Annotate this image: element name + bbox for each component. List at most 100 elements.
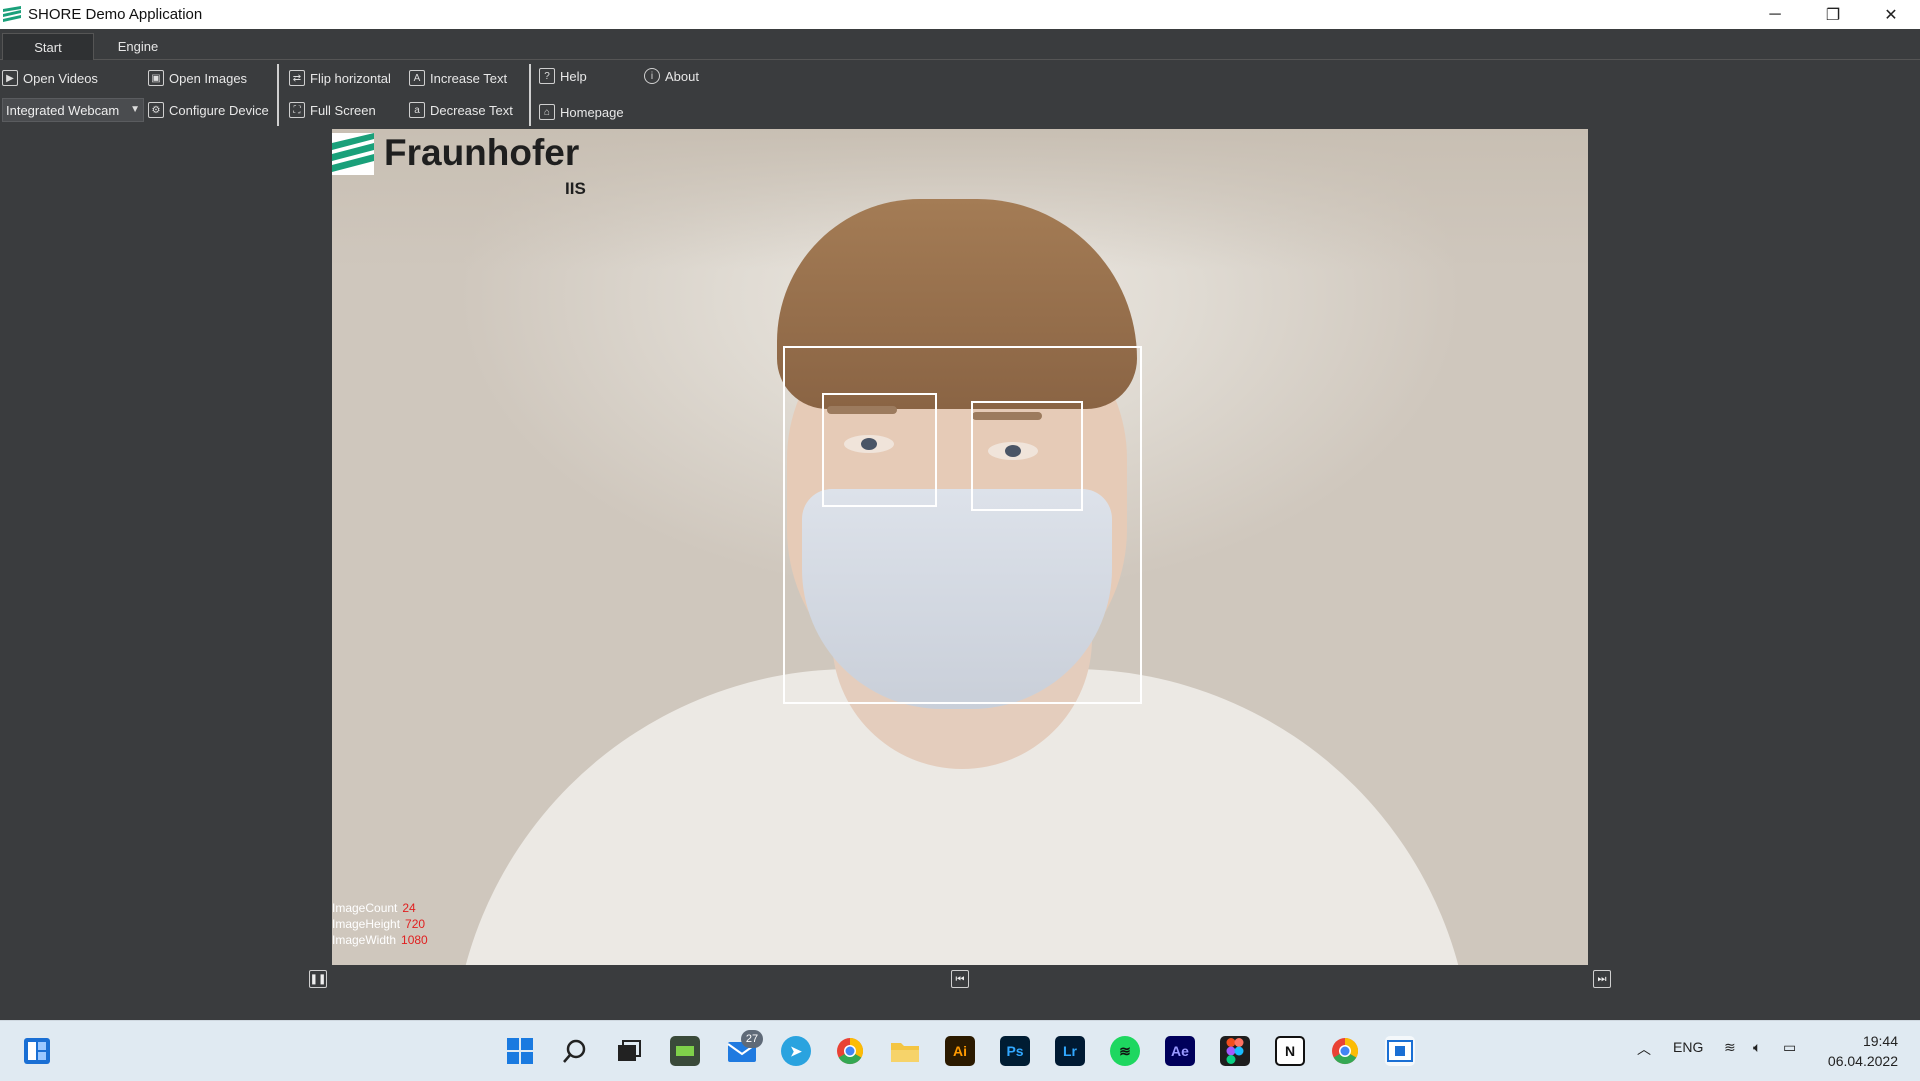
taskbar: 27 ➤ Ai Ps Lr ≋ Ae N ︿ ENG ≋ 🔈︎ ▭ 19:44 … <box>0 1020 1920 1081</box>
tab-start[interactable]: Start <box>2 33 94 60</box>
chevron-down-icon[interactable]: ▼ <box>130 104 140 115</box>
illustrator-icon: Ai <box>953 1043 967 1059</box>
skip-back-button[interactable]: ⏮ <box>951 970 969 988</box>
decrease-text-icon: a <box>409 102 425 118</box>
app-logo-icon <box>2 4 22 25</box>
home-icon: ⌂ <box>539 104 555 120</box>
chevron-up-icon[interactable]: ︿ <box>1637 1039 1651 1059</box>
video-icon: ▶ <box>2 70 18 86</box>
spotify-icon: ≋ <box>1119 1042 1131 1059</box>
spotify-button[interactable]: ≋ <box>1110 1036 1140 1066</box>
logo-text: Fraunhofer <box>384 132 580 173</box>
clock-date: 06.04.2022 <box>1827 1053 1898 1069</box>
battery-icon[interactable]: ▭ <box>1783 1039 1796 1056</box>
configure-device-label: Configure Device <box>169 102 269 118</box>
system-clock[interactable]: 19:44 06.04.2022 <box>1828 1031 1898 1071</box>
ribbon-tabs: Start Engine <box>0 29 1920 60</box>
photoshop-button[interactable]: Ps <box>1000 1036 1030 1066</box>
ribbon-divider <box>277 64 279 126</box>
fraunhofer-logo-icon <box>332 133 374 175</box>
increase-text-button[interactable]: A Increase Text <box>409 67 507 89</box>
fraunhofer-logo: Fraunhofer <box>332 133 579 175</box>
tab-engine[interactable]: Engine <box>98 33 178 59</box>
stat-row: ImageWidth 1080 <box>332 932 428 948</box>
file-explorer-button[interactable] <box>890 1036 920 1066</box>
stat-key: ImageWidth <box>332 933 397 947</box>
pause-icon: ❚❚ <box>309 973 327 985</box>
flip-horizontal-button[interactable]: ⇄ Flip horizontal <box>289 67 391 89</box>
chrome-icon <box>1332 1037 1359 1065</box>
help-label: Help <box>560 68 587 84</box>
task-view-button[interactable] <box>614 1036 644 1066</box>
stat-value: 720 <box>405 917 426 931</box>
telegram-button[interactable]: ➤ <box>781 1036 811 1066</box>
illustrator-button[interactable]: Ai <box>945 1036 975 1066</box>
windows-icon <box>507 1038 533 1064</box>
about-button[interactable]: i About <box>644 65 699 87</box>
full-screen-button[interactable]: ⛶ Full Screen <box>289 99 376 121</box>
notion-button[interactable]: N <box>1275 1036 1305 1066</box>
stat-key: ImageHeight <box>332 917 401 931</box>
figma-button[interactable] <box>1220 1036 1250 1066</box>
stat-row: ImageHeight 720 <box>332 916 428 932</box>
configure-device-button[interactable]: ⚙ Configure Device <box>148 99 269 121</box>
clock-time: 19:44 <box>1862 1033 1898 1049</box>
stat-key: ImageCount <box>332 901 398 915</box>
shore-app-button[interactable] <box>1385 1036 1415 1066</box>
title-bar: SHORE Demo Application ─ ❐ ✕ <box>0 0 1920 29</box>
skip-forward-icon: ⏭ <box>1597 973 1607 985</box>
increase-text-icon: A <box>409 70 425 86</box>
search-icon <box>563 1039 586 1063</box>
skip-forward-button[interactable]: ⏭ <box>1593 970 1611 988</box>
homepage-button[interactable]: ⌂ Homepage <box>539 101 624 123</box>
search-button[interactable] <box>560 1036 590 1066</box>
app-green-button[interactable] <box>670 1036 700 1066</box>
after-effects-button[interactable]: Ae <box>1165 1036 1195 1066</box>
telegram-icon: ➤ <box>790 1042 802 1059</box>
decrease-text-button[interactable]: a Decrease Text <box>409 99 513 121</box>
image-icon: ▣ <box>148 70 164 86</box>
open-videos-label: Open Videos <box>23 70 98 86</box>
start-button[interactable] <box>505 1036 535 1066</box>
image-stats: ImageCount 24 ImageHeight 720 ImageWidth 10… <box>332 900 428 948</box>
ribbon-divider <box>529 64 531 126</box>
language-indicator[interactable]: ENG <box>1673 1039 1703 1055</box>
flip-icon: ⇄ <box>289 70 305 86</box>
stat-value: 1080 <box>401 933 428 947</box>
folder-icon <box>891 1043 919 1062</box>
video-viewer[interactable]: Fraunhofer IIS ImageCount 24 ImageHeight 7… <box>332 129 1588 965</box>
help-button[interactable]: ? Help <box>539 65 587 87</box>
chrome-2-button[interactable] <box>1330 1036 1360 1066</box>
decrease-text-label: Decrease Text <box>430 102 513 118</box>
notion-icon: N <box>1284 1043 1296 1059</box>
minimize-button[interactable]: ─ <box>1746 0 1804 29</box>
mail-badge: 27 <box>741 1030 763 1048</box>
pause-button[interactable]: ❚❚ <box>309 970 327 988</box>
chrome-icon <box>837 1037 864 1065</box>
photoshop-icon: Ps <box>1006 1043 1024 1059</box>
wifi-icon[interactable]: ≋ <box>1724 1039 1736 1056</box>
help-icon: ? <box>539 68 555 84</box>
open-images-button[interactable]: ▣ Open Images <box>148 67 247 89</box>
homepage-label: Homepage <box>560 104 624 120</box>
left-eye-detection-box <box>822 393 937 507</box>
open-videos-button[interactable]: ▶ Open Videos <box>2 67 98 89</box>
about-label: About <box>665 68 699 84</box>
close-button[interactable]: ✕ <box>1862 0 1920 29</box>
source-select-value: Integrated Webcam <box>6 102 120 118</box>
gear-icon: ⚙ <box>148 102 164 118</box>
chrome-button[interactable] <box>835 1036 865 1066</box>
after-effects-icon: Ae <box>1171 1043 1189 1059</box>
volume-icon[interactable]: 🔈︎ <box>1753 1039 1761 1056</box>
shore-app-icon <box>1387 1040 1413 1062</box>
task-view-icon <box>618 1040 641 1061</box>
widgets-button[interactable] <box>22 1036 52 1066</box>
fullscreen-icon: ⛶ <box>289 102 305 118</box>
restore-button[interactable]: ❐ <box>1804 0 1862 29</box>
lightroom-icon: Lr <box>1063 1043 1077 1059</box>
right-eye-detection-box <box>971 401 1083 511</box>
skip-back-icon: ⏮ <box>955 973 965 985</box>
source-select[interactable]: Integrated Webcam ▼ <box>2 98 144 122</box>
lightroom-button[interactable]: Lr <box>1055 1036 1085 1066</box>
logo-subtext: IIS <box>565 179 586 198</box>
